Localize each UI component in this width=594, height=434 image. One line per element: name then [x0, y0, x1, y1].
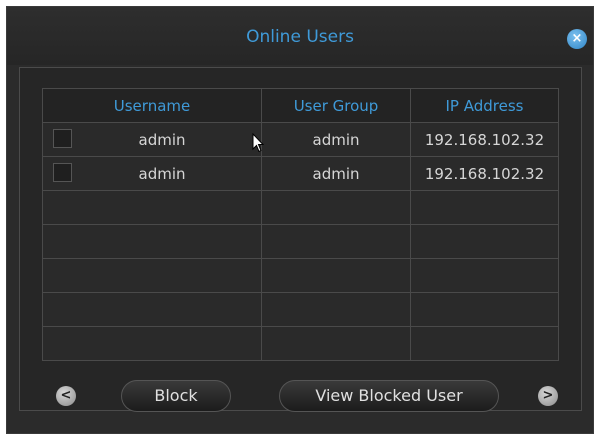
ip-address-cell: 192.168.102.32: [410, 156, 559, 191]
ip-address-cell: 192.168.102.32: [410, 122, 559, 157]
empty-table-row: [42, 258, 559, 293]
column-header-user-group[interactable]: User Group: [261, 88, 411, 123]
table-header-row: Username User Group IP Address: [42, 88, 559, 123]
mouse-pointer-icon: [252, 133, 265, 153]
chevron-left-icon[interactable]: <: [56, 386, 76, 406]
user-group-cell: admin: [261, 122, 411, 157]
view-blocked-user-button[interactable]: View Blocked User: [279, 380, 499, 412]
empty-cell: [410, 258, 559, 293]
empty-table-row: [42, 224, 559, 259]
username-text: admin: [138, 164, 186, 183]
empty-cell: [261, 326, 411, 361]
table-row[interactable]: admin admin 192.168.102.32: [42, 122, 559, 157]
users-table: Username User Group IP Address admin adm…: [42, 88, 559, 361]
row-checkbox[interactable]: [53, 163, 72, 182]
empty-cell: [410, 190, 559, 225]
empty-cell: [410, 224, 559, 259]
empty-cell: [410, 326, 559, 361]
empty-cell: [261, 292, 411, 327]
empty-cell: [261, 258, 411, 293]
empty-cell: [410, 292, 559, 327]
username-cell: admin: [42, 156, 262, 191]
action-bar: < Block View Blocked User >: [20, 372, 581, 412]
empty-cell: [42, 292, 262, 327]
online-users-dialog: Online Users × Username User Group IP Ad…: [6, 6, 594, 434]
empty-table-row: [42, 326, 559, 361]
table-row[interactable]: admin admin 192.168.102.32: [42, 156, 559, 191]
user-group-cell: admin: [261, 156, 411, 191]
username-cell: admin: [42, 122, 262, 157]
empty-table-row: [42, 292, 559, 327]
empty-cell: [261, 224, 411, 259]
empty-cell: [261, 190, 411, 225]
empty-table-row: [42, 190, 559, 225]
empty-cell: [42, 326, 262, 361]
empty-cell: [42, 258, 262, 293]
username-text: admin: [138, 130, 186, 149]
column-header-ip-address[interactable]: IP Address: [410, 88, 559, 123]
chevron-right-icon[interactable]: >: [538, 386, 558, 406]
dialog-title: Online Users: [246, 27, 354, 47]
row-checkbox[interactable]: [53, 129, 72, 148]
empty-cell: [42, 224, 262, 259]
empty-cell: [42, 190, 262, 225]
close-icon[interactable]: ×: [567, 29, 587, 49]
column-header-username[interactable]: Username: [42, 88, 262, 123]
dialog-titlebar: Online Users ×: [7, 7, 593, 65]
users-panel: Username User Group IP Address admin adm…: [19, 67, 582, 412]
block-button[interactable]: Block: [121, 380, 231, 412]
